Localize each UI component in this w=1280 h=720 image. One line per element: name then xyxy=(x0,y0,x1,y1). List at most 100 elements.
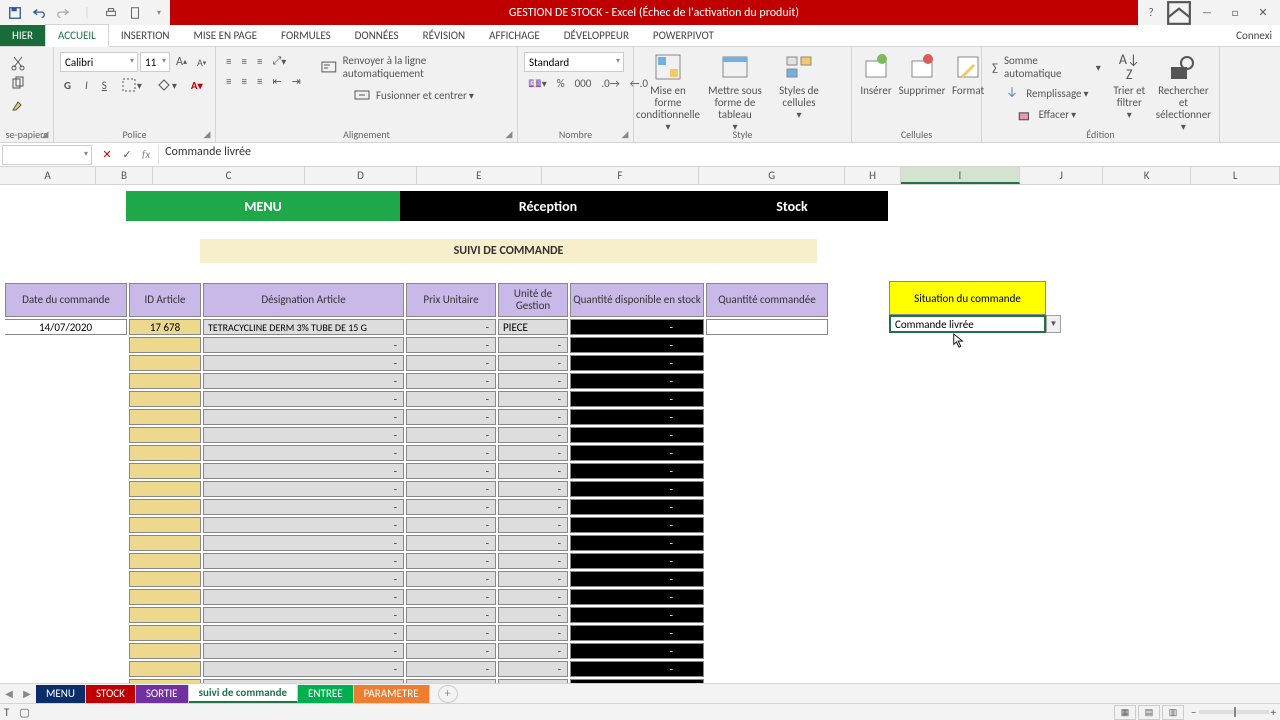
help-icon[interactable]: ? xyxy=(1138,2,1164,24)
tab-donnees[interactable]: DONNÉES xyxy=(343,25,411,46)
clipboard-launcher-icon[interactable]: ◢ xyxy=(39,128,51,140)
align-center-icon[interactable]: ≡ xyxy=(237,73,250,90)
sort-filter-button[interactable]: A↓ZTrier et filtrer▾ xyxy=(1109,49,1150,122)
zoom-slider[interactable] xyxy=(1199,710,1269,714)
align-launcher-icon[interactable]: ◢ xyxy=(503,128,515,140)
currency-icon[interactable]: 💷▾ xyxy=(524,75,551,92)
font-color-icon[interactable]: A▾ xyxy=(187,77,207,94)
cell-qs[interactable]: - xyxy=(570,319,704,335)
sheet-tab-param[interactable]: PARAMETRE xyxy=(354,685,430,703)
shrink-font-icon[interactable]: A▾ xyxy=(193,54,210,71)
format-button[interactable]: Format xyxy=(950,49,986,99)
thousands-icon[interactable]: 000 xyxy=(571,75,596,92)
font-size-combo[interactable]: 11 xyxy=(140,52,170,72)
align-right-icon[interactable]: ≡ xyxy=(253,73,266,90)
save-icon[interactable] xyxy=(4,2,26,24)
table-row[interactable]: ---- xyxy=(5,373,828,389)
table-row[interactable]: ---- xyxy=(5,427,828,443)
tab-formules[interactable]: FORMULES xyxy=(269,25,343,46)
tab-affichage[interactable]: AFFICHAGE xyxy=(477,25,552,46)
accept-formula-icon[interactable]: ✓ xyxy=(118,146,136,164)
sheet-tab-stock[interactable]: STOCK xyxy=(86,685,136,703)
grow-font-icon[interactable]: A▴ xyxy=(172,53,191,71)
align-middle-icon[interactable]: ≡ xyxy=(237,53,250,70)
clear-button[interactable]: Effacer ▾ xyxy=(988,104,1105,124)
sheet-tab-sortie[interactable]: SORTIE xyxy=(136,685,189,703)
tab-nav-last-icon[interactable]: ▶ xyxy=(18,685,36,703)
col-header-A[interactable]: A xyxy=(0,167,96,184)
indent-inc-icon[interactable]: ⇥ xyxy=(288,73,305,90)
tab-developpeur[interactable]: DÉVELOPPEUR xyxy=(552,25,641,46)
number-launcher-icon[interactable]: ◢ xyxy=(619,128,631,140)
macro-rec-icon[interactable]: ▢ xyxy=(19,706,29,719)
sheet-tab-entree[interactable]: ENTREE xyxy=(298,685,354,703)
col-header-H[interactable]: H xyxy=(845,167,900,184)
col-header-B[interactable]: B xyxy=(96,167,153,184)
cell-qc[interactable] xyxy=(706,319,828,335)
col-header-E[interactable]: E xyxy=(417,167,542,184)
minimize-icon[interactable]: — xyxy=(1194,2,1220,24)
table-row[interactable]: ---- xyxy=(5,589,828,605)
bold-icon[interactable]: G xyxy=(60,77,75,94)
font-name-combo[interactable]: Calibri xyxy=(60,52,138,72)
tab-revision[interactable]: RÉVISION xyxy=(411,25,478,46)
dropdown-handle-icon[interactable]: ▼ xyxy=(1046,315,1061,333)
autosum-button[interactable]: ∑ Somme automatique ▾ xyxy=(988,52,1105,82)
situation-cell[interactable]: Commande livrée xyxy=(889,315,1046,333)
cell-prix[interactable]: - xyxy=(406,319,496,335)
table-row[interactable]: ---- xyxy=(5,535,828,551)
cell-ug[interactable]: PIECE xyxy=(498,319,568,335)
sheet-tab-menu[interactable]: MENU xyxy=(36,685,86,703)
table-row[interactable]: ---- xyxy=(5,661,828,677)
paintbrush-icon[interactable] xyxy=(6,95,30,115)
worksheet-area[interactable]: MENU Réception Stock SUIVI DE COMMANDE D… xyxy=(0,185,1280,691)
table-row[interactable]: ---- xyxy=(5,391,828,407)
align-top-icon[interactable]: ≡ xyxy=(222,53,235,70)
tab-nav-first-icon[interactable]: ◀ xyxy=(0,685,18,703)
ribbon-options-icon[interactable] xyxy=(1166,2,1192,24)
table-row[interactable]: 14/07/2020 17 678 TETRACYCLINE DERM 3% T… xyxy=(5,319,828,335)
fx-icon[interactable]: fx xyxy=(138,148,154,161)
table-row[interactable]: ---- xyxy=(5,463,828,479)
cut-icon[interactable] xyxy=(6,53,30,73)
col-header-C[interactable]: C xyxy=(153,167,306,184)
conditional-format-button[interactable]: Mise en forme conditionnelle▾ xyxy=(640,49,696,134)
col-header-F[interactable]: F xyxy=(542,167,699,184)
table-row[interactable]: ---- xyxy=(5,499,828,515)
table-row[interactable]: ---- xyxy=(5,643,828,659)
nav-menu-button[interactable]: MENU xyxy=(126,191,400,221)
find-select-button[interactable]: Rechercher et sélectionner▾ xyxy=(1154,49,1213,134)
undo-icon[interactable] xyxy=(28,2,50,24)
cell-id[interactable]: 17 678 xyxy=(129,319,201,335)
fill-color-icon[interactable]: ▾ xyxy=(152,75,181,95)
formula-input[interactable]: Commande livrée xyxy=(159,145,1280,165)
maximize-icon[interactable]: □ xyxy=(1222,2,1248,24)
tab-powerpivot[interactable]: POWERPIVOT xyxy=(641,25,726,46)
insert-button[interactable]: Insérer xyxy=(858,49,894,99)
zoom-out-icon[interactable]: − xyxy=(1191,706,1196,719)
nav-reception-button[interactable]: Réception xyxy=(400,191,696,221)
cell-des[interactable]: TETRACYCLINE DERM 3% TUBE DE 15 G xyxy=(203,319,404,335)
connexion-link[interactable]: Connexi xyxy=(1228,25,1280,46)
tab-fichier[interactable]: HIER xyxy=(0,25,45,46)
col-header-G[interactable]: G xyxy=(699,167,845,184)
table-row[interactable]: ---- xyxy=(5,337,828,353)
copy-icon[interactable] xyxy=(6,74,30,94)
italic-icon[interactable]: I xyxy=(81,77,92,94)
view-layout-icon[interactable]: ▤ xyxy=(1138,705,1160,720)
indent-dec-icon[interactable]: ⇤ xyxy=(268,73,285,90)
table-row[interactable]: ---- xyxy=(5,409,828,425)
tab-mise-en-page[interactable]: MISE EN PAGE xyxy=(182,25,270,46)
col-header-J[interactable]: J xyxy=(1020,167,1102,184)
table-row[interactable]: ---- xyxy=(5,445,828,461)
zoom-in-icon[interactable]: + xyxy=(1271,706,1276,719)
col-header-I[interactable]: I xyxy=(901,167,1021,184)
inc-decimal-icon[interactable]: .0→ xyxy=(597,75,623,92)
table-row[interactable]: ---- xyxy=(5,355,828,371)
col-header-D[interactable]: D xyxy=(305,167,416,184)
table-row[interactable]: ---- xyxy=(5,625,828,641)
fill-button[interactable]: Remplissage ▾ xyxy=(988,83,1105,103)
name-box[interactable] xyxy=(2,145,92,165)
tab-insertion[interactable]: INSERTION xyxy=(109,25,182,46)
new-icon[interactable] xyxy=(124,2,146,24)
